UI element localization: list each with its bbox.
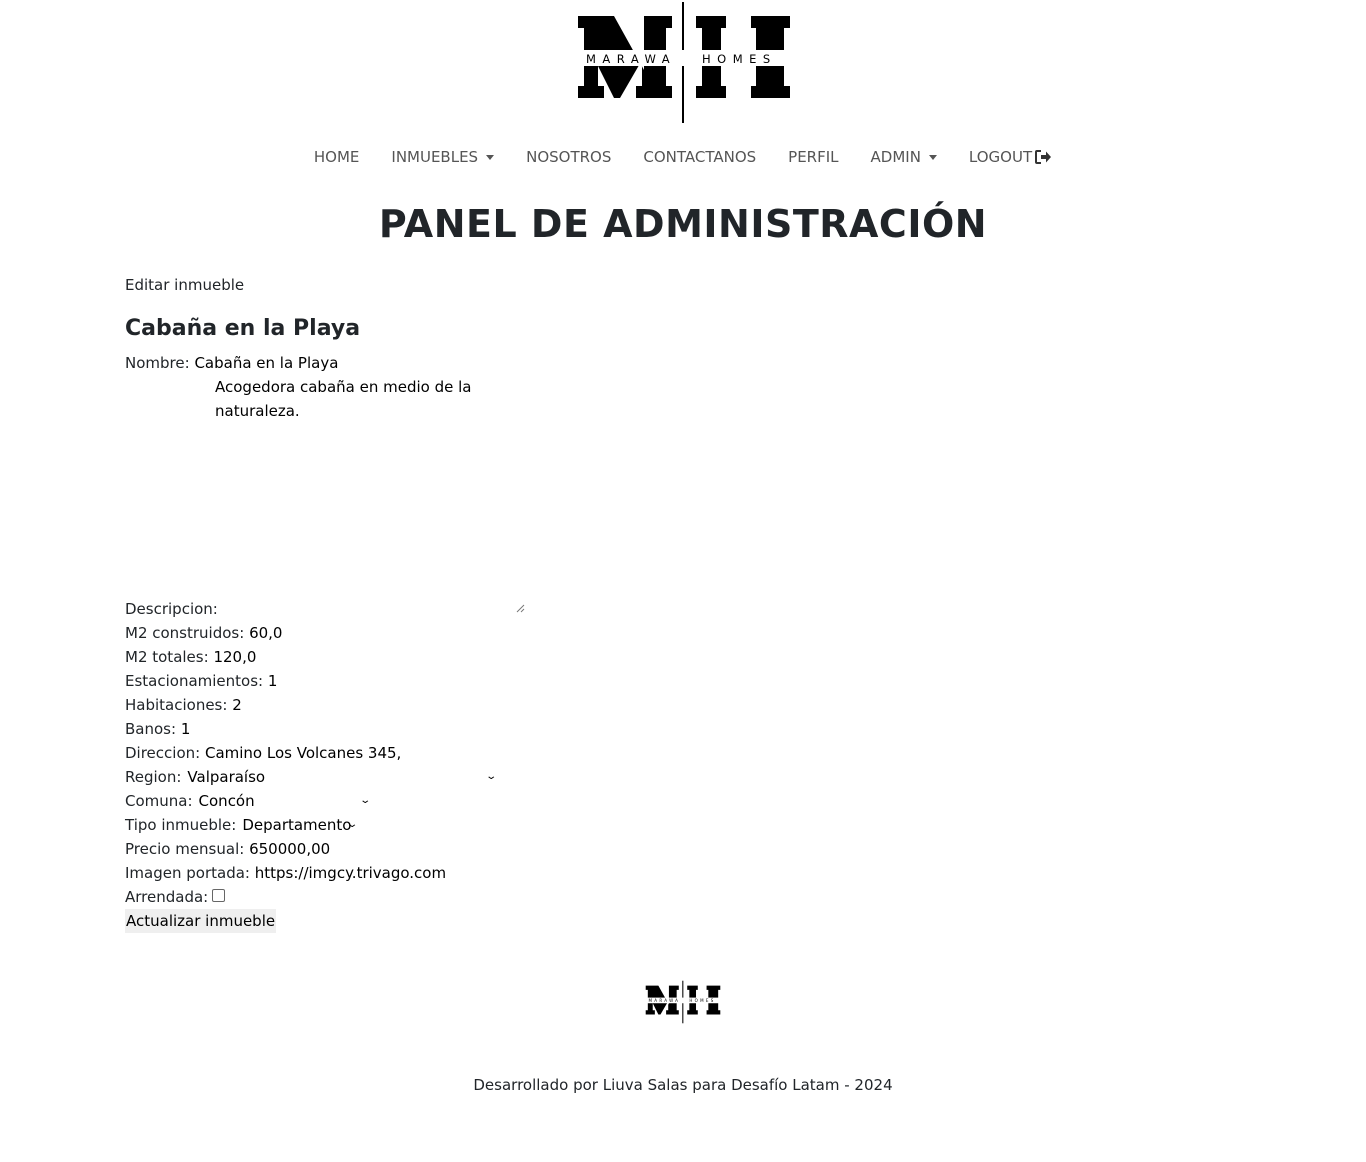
field-imagen-portada: Imagen portada: https://imgcy.trivago.co… <box>125 861 446 885</box>
field-habitaciones: Habitaciones: 2 <box>125 693 242 717</box>
footer-logo-text-left: MARAWA <box>649 998 681 1003</box>
update-property-button[interactable]: Actualizar inmueble <box>125 909 277 933</box>
nav-inmuebles-dropdown[interactable]: INMUEBLES <box>375 148 510 166</box>
chevron-down-icon: ⌄ <box>346 819 359 830</box>
field-m2-construidos: M2 construidos: 60,0 <box>125 621 282 645</box>
m2-construidos-label: M2 construidos: <box>125 624 245 642</box>
arrendada-checkbox[interactable] <box>212 888 226 902</box>
direccion-label: Direccion: <box>125 744 201 762</box>
logo-graphic: MARAWA HOMES <box>578 2 790 123</box>
comuna-label: Comuna: <box>125 792 193 810</box>
footer-logo-text-right: HOMES <box>689 998 715 1003</box>
nav-contactanos[interactable]: CONTACTANOS <box>627 148 772 166</box>
descripcion-label: Descripcion: <box>125 600 218 618</box>
main-nav: HOME INMUEBLES NOSOTROS CONTACTANOS PERF… <box>0 144 1366 170</box>
nav-admin-dropdown[interactable]: ADMIN <box>855 148 953 166</box>
nav-perfil-label: PERFIL <box>788 148 839 166</box>
nav-nosotros[interactable]: NOSOTROS <box>510 148 627 166</box>
nombre-input[interactable]: Cabaña en la Playa <box>194 351 338 375</box>
habitaciones-label: Habitaciones: <box>125 696 228 714</box>
nav-home[interactable]: HOME <box>298 148 376 166</box>
tipo-inmueble-select[interactable]: Departamento ⌄ <box>242 813 359 837</box>
brand-logo[interactable]: MARAWA HOMES <box>576 0 792 125</box>
field-arrendada: Arrendada: <box>125 885 226 909</box>
page-title: PANEL DE ADMINISTRACIÓN <box>378 202 988 246</box>
nav-inmuebles-label: INMUEBLES <box>391 148 479 166</box>
footer-logo[interactable]: MARAWA HOMES <box>645 979 721 1025</box>
logo-text-left: MARAWA <box>586 52 676 66</box>
tipo-inmueble-label: Tipo inmueble: <box>125 816 237 834</box>
nav-admin-label: ADMIN <box>870 148 921 166</box>
field-banos: Banos: 1 <box>125 717 190 741</box>
comuna-selected: Concón <box>198 792 255 810</box>
region-label: Region: <box>125 768 182 786</box>
field-comuna: Comuna: Concón ⌄ <box>125 789 371 813</box>
banos-input[interactable]: 1 <box>181 717 191 741</box>
imagen-portada-label: Imagen portada: <box>125 864 250 882</box>
nav-perfil[interactable]: PERFIL <box>772 148 854 166</box>
chevron-down-icon: ⌄ <box>485 771 498 782</box>
m2-construidos-input[interactable]: 60,0 <box>249 621 282 645</box>
comuna-select[interactable]: Concón ⌄ <box>198 789 371 813</box>
nav-contactanos-label: CONTACTANOS <box>643 148 757 166</box>
field-estacionamientos: Estacionamientos: 1 <box>125 669 277 693</box>
estacionamientos-input[interactable]: 1 <box>268 669 278 693</box>
field-descripcion: Descripcion: <box>125 597 218 621</box>
property-name-heading: Cabaña en la Playa <box>125 316 361 341</box>
field-nombre: Nombre: Cabaña en la Playa <box>125 351 338 375</box>
nav-nosotros-label: NOSOTROS <box>526 148 612 166</box>
field-direccion: Direccion: Camino Los Volcanes 345, <box>125 741 401 765</box>
m2-totales-input[interactable]: 120,0 <box>213 645 256 669</box>
field-region: Region: Valparaíso ⌄ <box>125 765 498 789</box>
chevron-down-icon: ⌄ <box>358 795 371 806</box>
estacionamientos-label: Estacionamientos: <box>125 672 264 690</box>
logo-text-right: HOMES <box>702 52 777 66</box>
descripcion-textarea[interactable]: Acogedora cabaña en medio de la naturale… <box>215 375 525 613</box>
banos-label: Banos: <box>125 720 177 738</box>
m2-totales-label: M2 totales: <box>125 648 209 666</box>
direccion-input[interactable]: Camino Los Volcanes 345, <box>205 741 401 765</box>
nav-logout-label: LOGOUT <box>968 148 1033 166</box>
caret-down-icon <box>486 154 495 160</box>
region-selected: Valparaíso <box>187 768 266 786</box>
nombre-label: Nombre: <box>125 354 190 372</box>
field-m2-totales: M2 totales: 120,0 <box>125 645 256 669</box>
footer-logo-graphic: MARAWA HOMES <box>645 980 721 1024</box>
tipo-inmueble-selected: Departamento <box>242 816 352 834</box>
page-subtitle: Editar inmueble <box>125 276 245 294</box>
precio-mensual-label: Precio mensual: <box>125 840 245 858</box>
precio-mensual-input[interactable]: 650000,00 <box>249 837 330 861</box>
logout-icon <box>1035 150 1052 164</box>
nav-home-label: HOME <box>313 148 360 166</box>
nav-logout[interactable]: LOGOUT <box>953 148 1068 166</box>
arrendada-label: Arrendada: <box>125 888 209 906</box>
field-precio-mensual: Precio mensual: 650000,00 <box>125 837 330 861</box>
resize-handle-icon[interactable] <box>515 603 525 613</box>
imagen-portada-input[interactable]: https://imgcy.trivago.com <box>255 861 446 885</box>
caret-down-icon <box>928 154 937 160</box>
habitaciones-input[interactable]: 2 <box>232 693 242 717</box>
region-select[interactable]: Valparaíso ⌄ <box>187 765 498 789</box>
footer-credits: Desarrollado por Liuva Salas para Desafí… <box>473 1076 893 1094</box>
field-tipo-inmueble: Tipo inmueble: Departamento ⌄ <box>125 813 359 837</box>
